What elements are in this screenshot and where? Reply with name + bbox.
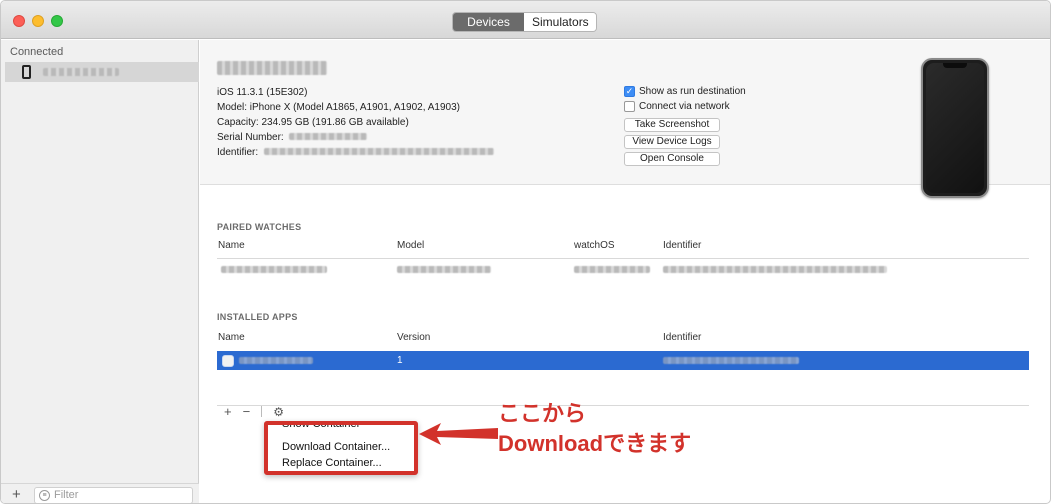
view-device-logs-button[interactable]: View Device Logs xyxy=(624,135,720,149)
sidebar-item-device[interactable] xyxy=(5,62,199,82)
open-console-button[interactable]: Open Console xyxy=(624,152,720,166)
iphone-screen xyxy=(926,63,984,193)
app-version: 1 xyxy=(397,355,403,366)
serial-number-redacted xyxy=(289,133,368,140)
sidebar-section-connected: Connected xyxy=(10,46,64,58)
add-app-button[interactable]: + xyxy=(224,404,232,419)
app-name-redacted xyxy=(239,357,313,364)
add-device-button[interactable]: + xyxy=(12,486,21,503)
connect-network-checkbox[interactable] xyxy=(624,101,635,112)
identifier-row: Identifier: xyxy=(217,146,494,160)
toolbar-separator xyxy=(261,406,263,417)
filter-input[interactable]: ≡ Filter xyxy=(34,487,193,503)
paired-watch-row[interactable] xyxy=(217,263,1029,277)
device-detail-pane: iOS 11.3.1 (15E302) Model: iPhone X (Mod… xyxy=(200,40,1050,503)
show-run-destination-option[interactable]: ✓ Show as run destination xyxy=(624,86,746,97)
ios-version: iOS 11.3.1 (15E302) xyxy=(217,87,308,98)
annotation-line-2: Downloadできます xyxy=(498,431,692,456)
paired-watches-divider xyxy=(217,258,1029,259)
menu-item-download-container[interactable]: Download Container... xyxy=(282,441,390,453)
installed-apps-col-identifier: Identifier xyxy=(663,332,702,343)
watch-identifier-redacted xyxy=(663,266,887,273)
filter-placeholder: Filter xyxy=(54,489,79,501)
menu-item-replace-container[interactable]: Replace Container... xyxy=(282,457,382,469)
app-icon xyxy=(222,355,234,367)
installed-apps-title: INSTALLED APPS xyxy=(217,312,298,322)
minimize-window-button[interactable] xyxy=(32,15,44,27)
title-bar: Devices Simulators xyxy=(1,1,1050,39)
devices-window: Devices Simulators Connected + ≡ Filter … xyxy=(0,0,1051,504)
connect-network-label: Connect via network xyxy=(639,101,730,112)
menu-item-show-container[interactable]: Show Container xyxy=(282,425,360,430)
segment-simulators[interactable]: Simulators xyxy=(524,13,596,31)
filter-icon: ≡ xyxy=(39,490,50,501)
gear-icon[interactable]: ⚙ xyxy=(273,405,284,419)
show-run-destination-checkbox[interactable]: ✓ xyxy=(624,86,635,97)
apps-list-bottom-divider xyxy=(217,405,1029,406)
annotation-line-1: ここから xyxy=(498,401,587,426)
arrow-shape xyxy=(419,423,498,445)
annotation-arrow-icon xyxy=(419,423,498,445)
device-capacity: Capacity: 234.95 GB (191.86 GB available… xyxy=(217,117,409,128)
iphone-notch xyxy=(943,63,967,68)
device-model: Model: iPhone X (Model A1865, A1901, A19… xyxy=(217,102,460,113)
devices-simulators-segmented-control: Devices Simulators xyxy=(452,12,597,32)
serial-number-label: Serial Number: xyxy=(217,132,284,143)
paired-watches-col-name: Name xyxy=(218,240,245,251)
paired-watches-title: PAIRED WATCHES xyxy=(217,222,302,232)
watch-model-redacted xyxy=(397,266,491,273)
segment-devices[interactable]: Devices xyxy=(453,13,524,31)
close-window-button[interactable] xyxy=(13,15,25,27)
show-run-destination-label: Show as run destination xyxy=(639,86,746,97)
device-title-redacted xyxy=(217,61,327,75)
watch-os-redacted xyxy=(574,266,650,273)
identifier-redacted xyxy=(263,148,494,155)
identifier-label: Identifier: xyxy=(217,147,259,158)
zoom-window-button[interactable] xyxy=(51,15,63,27)
watch-name-redacted xyxy=(221,266,327,273)
installed-apps-col-name: Name xyxy=(218,332,245,343)
remove-app-button[interactable]: − xyxy=(243,404,251,419)
installed-apps-col-version: Version xyxy=(397,332,431,343)
apps-toolbar: + − ⚙ xyxy=(224,404,284,419)
connect-network-option[interactable]: Connect via network xyxy=(624,101,730,112)
serial-number-row: Serial Number: xyxy=(217,131,368,145)
paired-watches-col-model: Model xyxy=(397,240,425,251)
take-screenshot-button[interactable]: Take Screenshot xyxy=(624,118,720,132)
iphone-icon xyxy=(22,65,31,79)
sidebar-footer: + ≡ Filter xyxy=(1,483,199,503)
device-header: iOS 11.3.1 (15E302) Model: iPhone X (Mod… xyxy=(200,40,1050,198)
sidebar: Connected + ≡ Filter xyxy=(1,40,199,503)
paired-watches-col-watchos: watchOS xyxy=(574,240,615,251)
app-context-menu: Show Container Download Container... Rep… xyxy=(264,421,418,475)
device-name-redacted xyxy=(43,68,119,76)
paired-watches-col-identifier: Identifier xyxy=(663,240,702,251)
iphone-image xyxy=(921,58,989,198)
installed-app-row-selected[interactable]: 1 xyxy=(217,351,1029,370)
app-identifier-redacted xyxy=(663,357,799,364)
